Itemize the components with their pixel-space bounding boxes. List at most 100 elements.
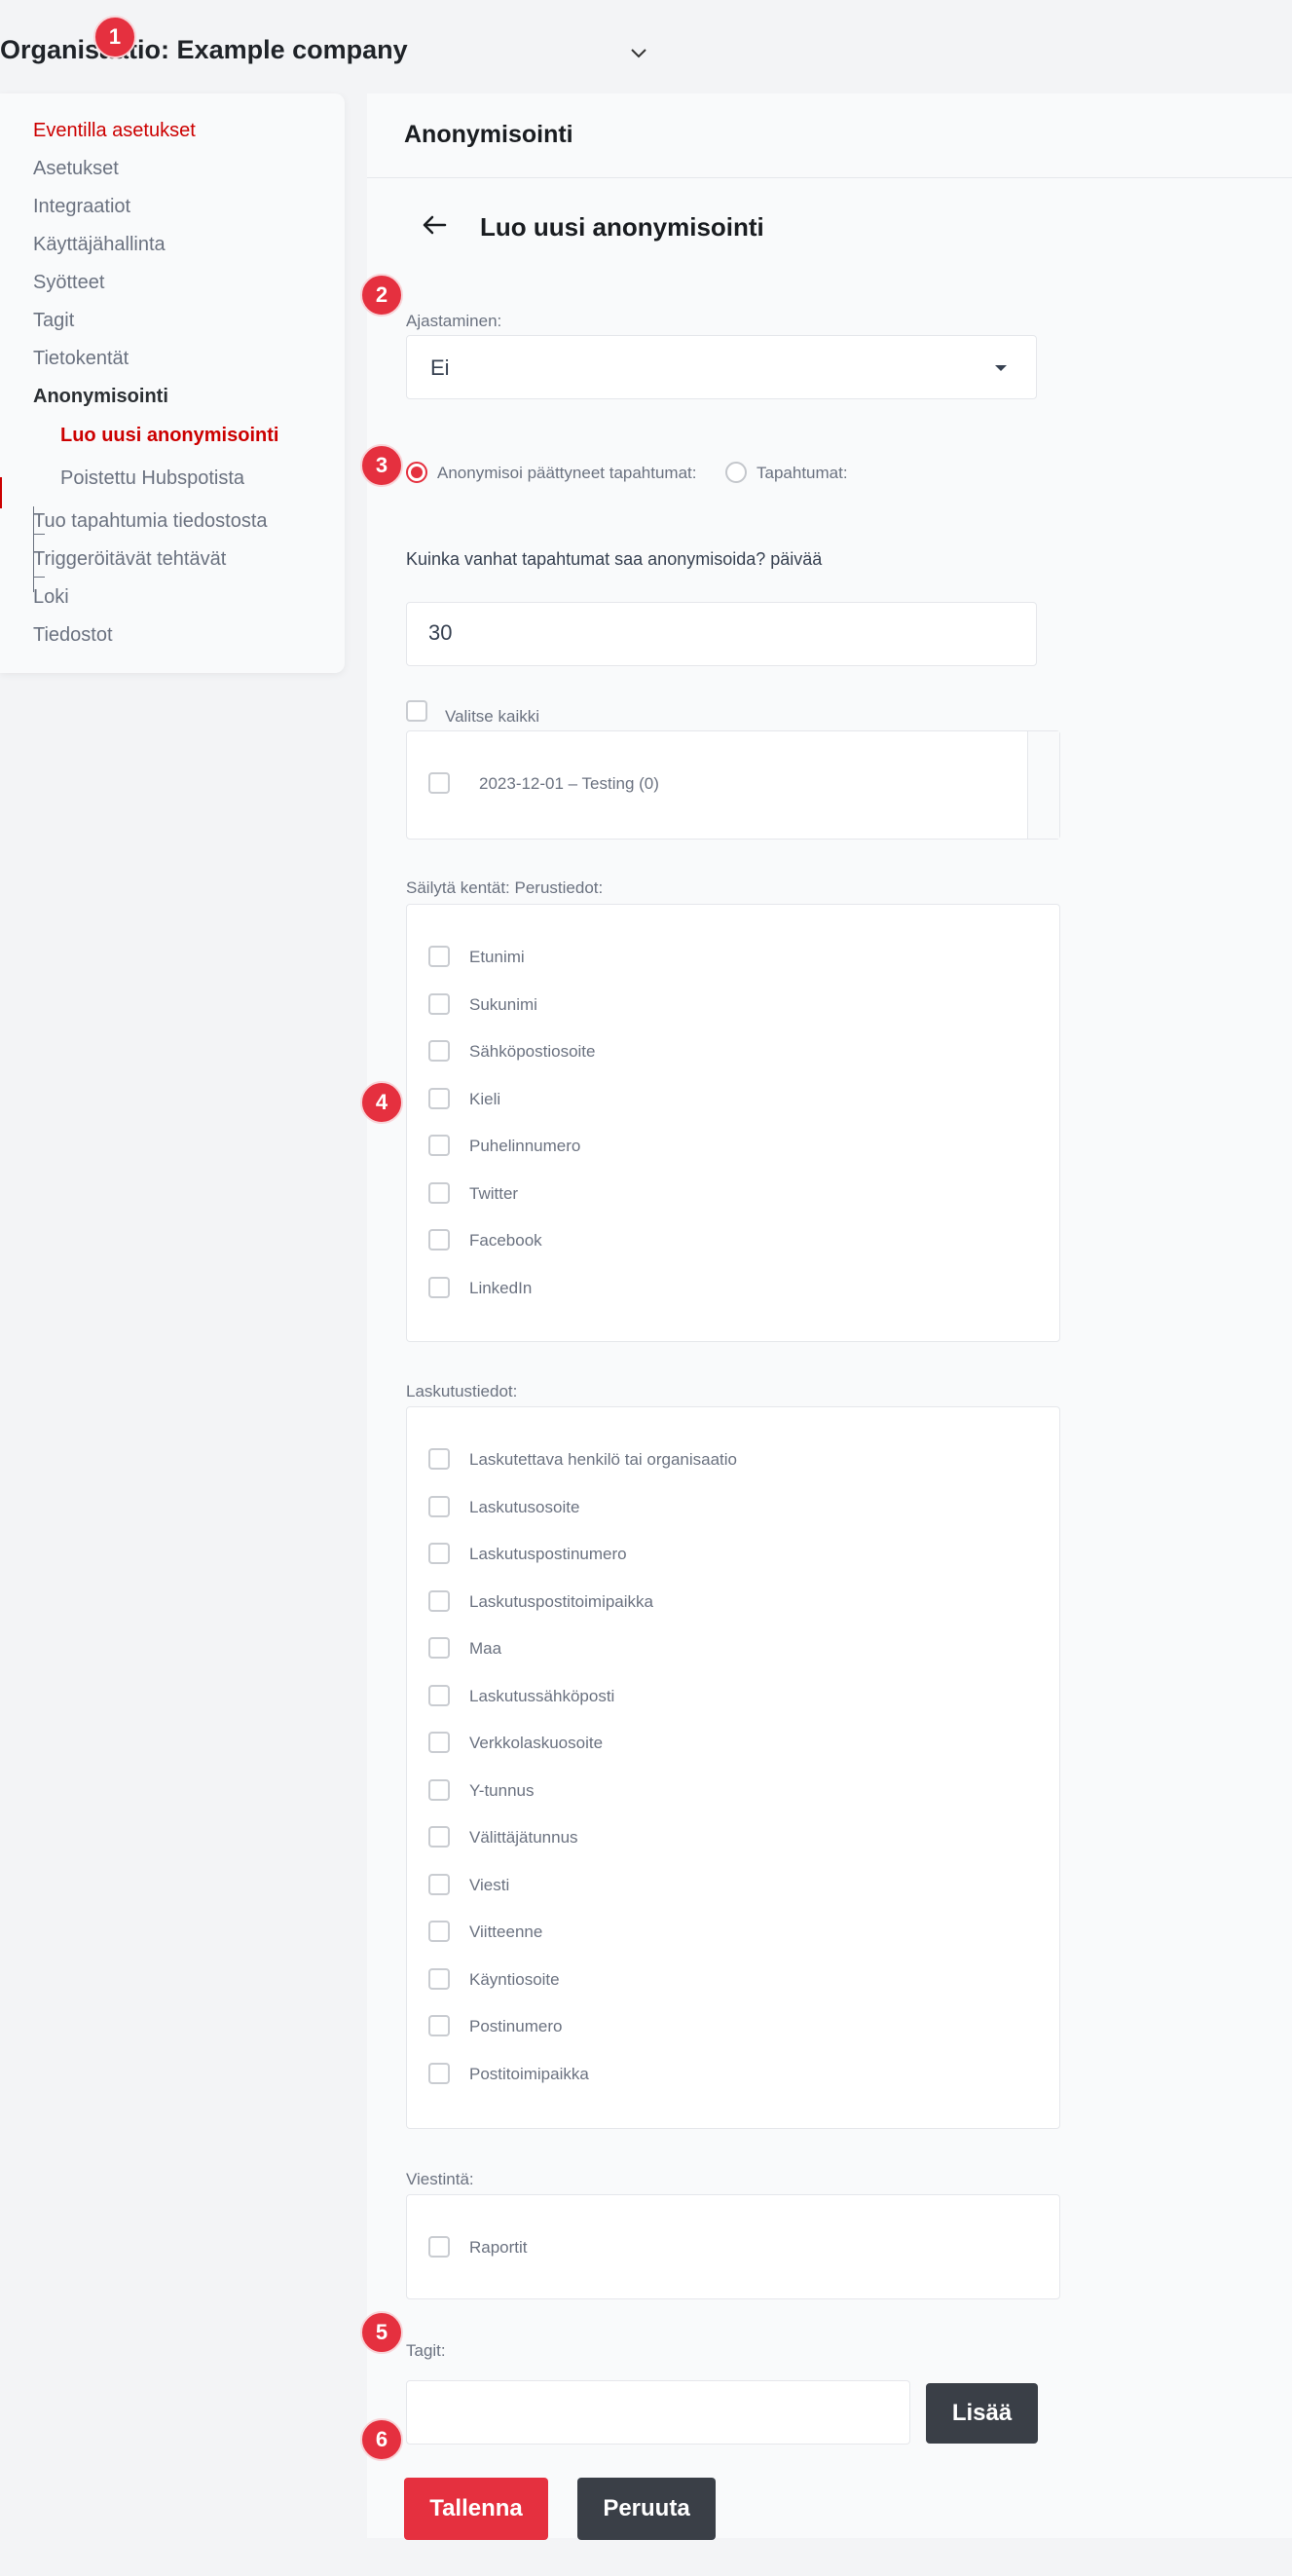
field-checkbox[interactable] xyxy=(428,946,450,967)
sidebar-item-import-events[interactable]: Tuo tapahtumia tiedostosta xyxy=(33,510,268,533)
sidebar-item-anonymization[interactable]: Anonymisointi xyxy=(33,386,168,408)
sidebar-item-feeds[interactable]: Syötteet xyxy=(33,272,104,294)
subnav-branch xyxy=(33,577,45,578)
field-checkbox[interactable] xyxy=(428,1135,450,1156)
step-badge-6: 6 xyxy=(360,2418,403,2461)
list-item[interactable]: Maa xyxy=(407,1633,1059,1662)
event-label: 2023-12-01 – Testing (0) xyxy=(479,774,659,793)
list-item[interactable]: Verkkolaskuosoite xyxy=(407,1728,1059,1757)
list-item[interactable]: Sähköpostiosoite xyxy=(407,1036,1059,1065)
field-label: Postinumero xyxy=(469,2017,563,2035)
sidebar-item-settings[interactable]: Asetukset xyxy=(33,158,119,180)
list-item[interactable]: Y-tunnus xyxy=(407,1775,1059,1805)
step-badge-2: 2 xyxy=(360,274,403,317)
sidebar-item-data-fields[interactable]: Tietokentät xyxy=(33,348,129,370)
days-input[interactable]: 30 xyxy=(406,602,1037,666)
list-item[interactable]: Viitteenne xyxy=(407,1917,1059,1946)
field-checkbox[interactable] xyxy=(428,1590,450,1612)
sidebar-item-integrations[interactable]: Integraatiot xyxy=(33,196,130,218)
sidebar-item-tags[interactable]: Tagit xyxy=(33,310,74,332)
add-tag-button[interactable]: Lisää xyxy=(926,2383,1038,2444)
scheduling-select[interactable]: Ei xyxy=(406,335,1037,399)
days-value: 30 xyxy=(428,620,453,645)
field-checkbox[interactable] xyxy=(428,1040,450,1062)
sidebar-item-log[interactable]: Loki xyxy=(33,586,69,609)
tags-input[interactable] xyxy=(406,2380,910,2445)
list-item[interactable]: Postinumero xyxy=(407,2011,1059,2040)
save-button[interactable]: Tallenna xyxy=(404,2478,548,2540)
billing-fields-list: Laskutettava henkilö tai organisaatio La… xyxy=(406,1406,1060,2129)
tags-label: Tagit: xyxy=(406,2341,446,2360)
sidebar-subitem-create-anonymization[interactable]: Luo uusi anonymisointi xyxy=(60,425,278,447)
field-label: Viesti xyxy=(469,1876,510,1894)
field-checkbox[interactable] xyxy=(428,1779,450,1801)
list-item[interactable]: Laskutusosoite xyxy=(407,1492,1059,1521)
field-checkbox[interactable] xyxy=(428,1685,450,1706)
list-item[interactable]: Sukunimi xyxy=(407,989,1059,1019)
page-title: Anonymisointi xyxy=(404,121,573,148)
active-nav-marker xyxy=(0,477,2,508)
list-item[interactable]: Laskutuspostitoimipaikka xyxy=(407,1587,1059,1616)
event-checkbox[interactable] xyxy=(428,772,450,794)
field-label: Etunimi xyxy=(469,948,525,966)
field-checkbox[interactable] xyxy=(428,1088,450,1109)
sidebar-item-user-management[interactable]: Käyttäjähallinta xyxy=(33,234,166,256)
field-checkbox[interactable] xyxy=(428,1921,450,1942)
chevron-down-icon[interactable] xyxy=(627,41,650,64)
field-checkbox[interactable] xyxy=(428,1826,450,1848)
radio-ended-events-label: Anonymisoi päättyneet tapahtumat: xyxy=(437,464,697,482)
cancel-button[interactable]: Peruuta xyxy=(577,2478,716,2540)
list-item[interactable]: Välittäjätunnus xyxy=(407,1822,1059,1851)
back-arrow-icon[interactable] xyxy=(418,208,451,242)
field-label: Välittäjätunnus xyxy=(469,1828,578,1847)
field-label: Laskutuspostitoimipaikka xyxy=(469,1592,653,1611)
field-label: Viitteenne xyxy=(469,1923,543,1941)
list-item[interactable]: Puhelinnumero xyxy=(407,1131,1059,1160)
list-item[interactable]: Etunimi xyxy=(407,942,1059,971)
list-item[interactable]: Raportit xyxy=(407,2232,1059,2261)
content-header: Anonymisointi xyxy=(367,93,1292,178)
caret-down-icon xyxy=(995,365,1007,371)
list-item[interactable]: 2023-12-01 – Testing (0) xyxy=(407,768,1059,798)
list-item[interactable]: LinkedIn xyxy=(407,1273,1059,1302)
list-item[interactable]: Laskutettava henkilö tai organisaatio xyxy=(407,1444,1059,1474)
field-checkbox[interactable] xyxy=(428,1543,450,1564)
field-checkbox[interactable] xyxy=(428,993,450,1015)
field-checkbox[interactable] xyxy=(428,1732,450,1753)
list-item[interactable]: Kieli xyxy=(407,1084,1059,1113)
step-badge-5: 5 xyxy=(360,2311,403,2354)
field-checkbox[interactable] xyxy=(428,2236,450,2258)
field-checkbox[interactable] xyxy=(428,1448,450,1470)
select-all-checkbox[interactable] xyxy=(406,700,427,722)
select-all-label: Valitse kaikki xyxy=(445,707,539,726)
sidebar-item-files[interactable]: Tiedostot xyxy=(33,624,113,647)
field-checkbox[interactable] xyxy=(428,1968,450,1990)
list-item[interactable]: Postitoimipaikka xyxy=(407,2059,1059,2088)
sidebar-item-triggerable-tasks[interactable]: Triggeröitävät tehtävät xyxy=(33,548,226,571)
events-scrollbar[interactable] xyxy=(1027,731,1059,839)
field-checkbox[interactable] xyxy=(428,1874,450,1895)
field-checkbox[interactable] xyxy=(428,1277,450,1298)
list-item[interactable]: Laskutussähköposti xyxy=(407,1681,1059,1710)
list-item[interactable]: Käyntiosoite xyxy=(407,1964,1059,1994)
field-checkbox[interactable] xyxy=(428,1637,450,1659)
basic-fields-label: Säilytä kentät: Perustiedot: xyxy=(406,878,604,897)
sidebar-subitem-removed-from-hubspot[interactable]: Poistettu Hubspotista xyxy=(60,467,244,490)
field-checkbox[interactable] xyxy=(428,1496,450,1517)
radio-ended-events[interactable] xyxy=(406,462,427,483)
field-checkbox[interactable] xyxy=(428,2015,450,2036)
radio-events[interactable] xyxy=(725,462,747,483)
list-item[interactable]: Facebook xyxy=(407,1225,1059,1254)
organization-label: Organisaatio: Example company xyxy=(0,35,408,64)
form-title: Luo uusi anonymisointi xyxy=(480,212,764,242)
field-label: Laskutusosoite xyxy=(469,1498,580,1516)
field-checkbox[interactable] xyxy=(428,1229,450,1251)
list-item[interactable]: Twitter xyxy=(407,1178,1059,1208)
scheduling-value: Ei xyxy=(430,355,450,380)
list-item[interactable]: Laskutuspostinumero xyxy=(407,1539,1059,1568)
field-checkbox[interactable] xyxy=(428,1182,450,1204)
field-checkbox[interactable] xyxy=(428,2063,450,2084)
list-item[interactable]: Viesti xyxy=(407,1870,1059,1899)
radio-events-label: Tapahtumat: xyxy=(757,464,848,482)
sidebar-item-eventilla-settings[interactable]: Eventilla asetukset xyxy=(33,120,196,142)
